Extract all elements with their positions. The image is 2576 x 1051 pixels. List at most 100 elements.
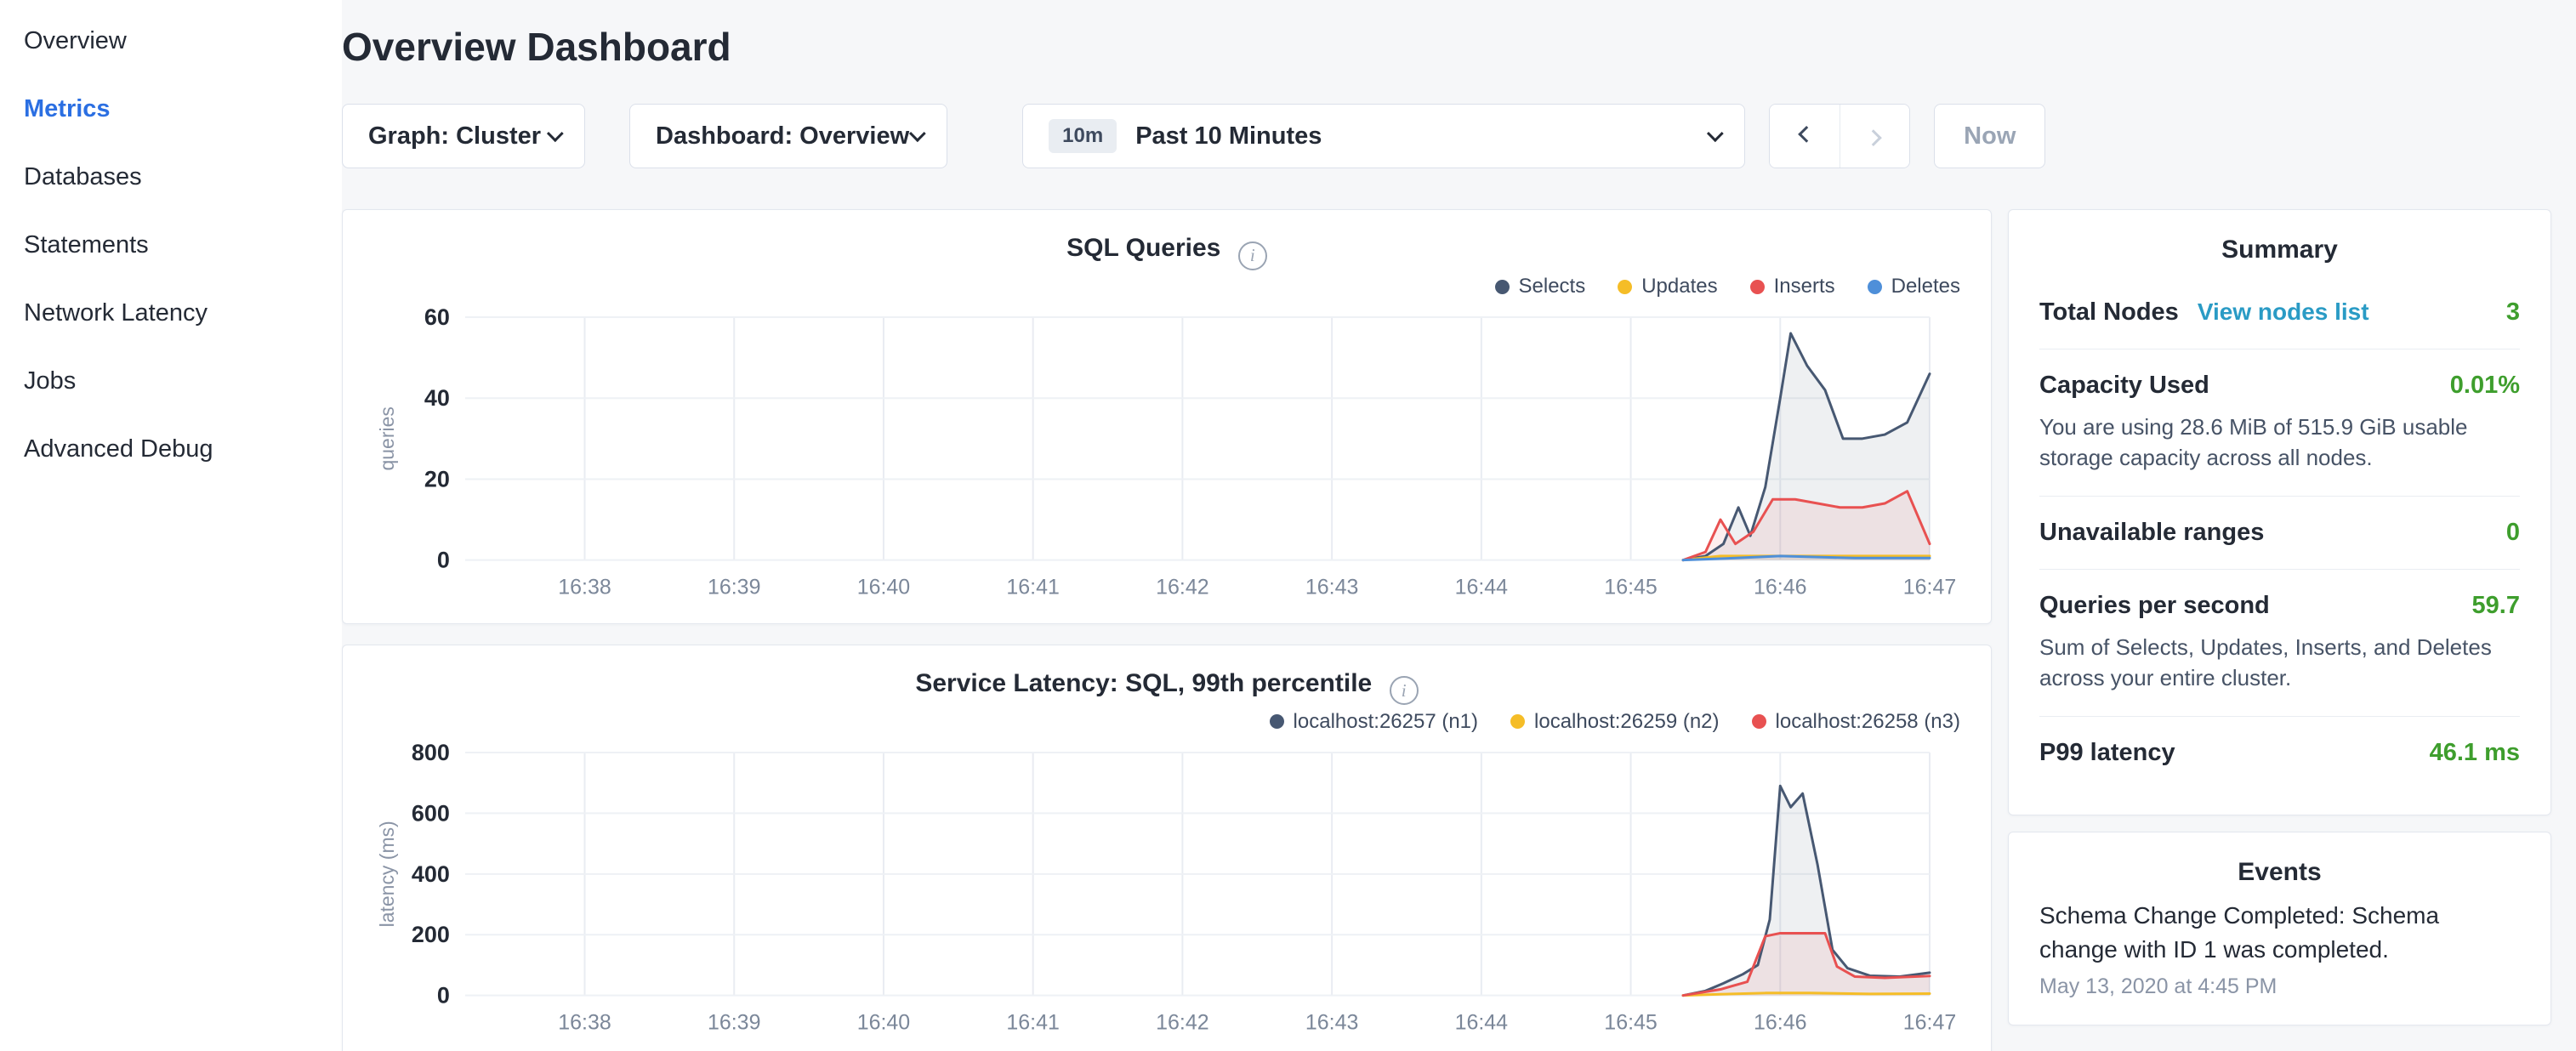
sidebar-item-databases[interactable]: Databases <box>0 143 342 211</box>
main-content: Overview Dashboard Graph: Cluster Dashbo… <box>342 0 2576 1051</box>
svg-text:0: 0 <box>437 548 450 573</box>
summary-label: Unavailable ranges <box>2039 519 2264 547</box>
chart-title-row: SQL Queries i <box>373 234 1960 271</box>
summary-row: Queries per second59.7Sum of Selects, Up… <box>2039 569 2520 716</box>
summary-row-left: Unavailable ranges <box>2039 519 2264 547</box>
chevron-left-icon <box>1798 126 1815 143</box>
now-button[interactable]: Now <box>1934 104 2045 168</box>
legend-dot-icon <box>1495 280 1510 294</box>
dashboard-dropdown-label: Dashboard: Overview <box>656 122 909 151</box>
svg-text:16:43: 16:43 <box>1305 1010 1358 1034</box>
svg-text:16:42: 16:42 <box>1156 576 1208 599</box>
charts-column: SQL Queries i Selects Updates Inserts Delet… <box>342 209 1992 1051</box>
legend-label: Deletes <box>1891 275 1960 298</box>
svg-text:16:40: 16:40 <box>857 576 910 599</box>
svg-text:16:47: 16:47 <box>1903 576 1956 599</box>
time-controls: 10m Past 10 Minutes Now <box>1022 104 2045 168</box>
sidebar-item-statements[interactable]: Statements <box>0 211 342 279</box>
legend-dot-icon <box>1510 714 1525 729</box>
svg-text:800: 800 <box>412 741 450 765</box>
chart-canvas: 16:3816:3916:4016:4116:4216:4316:4416:45… <box>373 305 1960 605</box>
svg-text:latency (ms): latency (ms) <box>376 821 398 927</box>
time-prev-button[interactable] <box>1770 105 1840 168</box>
svg-text:16:38: 16:38 <box>558 1010 611 1034</box>
svg-text:16:39: 16:39 <box>708 1010 760 1034</box>
time-badge: 10m <box>1049 119 1117 153</box>
summary-row: Total NodesView nodes list3 <box>2039 276 2520 349</box>
legend-item[interactable]: Inserts <box>1750 275 1835 298</box>
info-icon[interactable]: i <box>1390 676 1419 705</box>
graph-dropdown[interactable]: Graph: Cluster <box>342 104 585 168</box>
info-icon[interactable]: i <box>1238 241 1267 270</box>
legend-dot-icon <box>1750 280 1765 294</box>
chart-plot: 16:3816:3916:4016:4116:4216:4316:4416:45… <box>373 741 1960 1040</box>
summary-row-head: Unavailable ranges 0 <box>2039 519 2520 547</box>
summary-row: Unavailable ranges 0 <box>2039 496 2520 569</box>
summary-value: 46.1 ms <box>2430 739 2520 767</box>
chevron-right-icon <box>1865 129 1882 146</box>
chart-legend: localhost:26257 (n1) localhost:26259 (n2)… <box>373 707 1960 737</box>
summary-row-head: P99 latency 46.1 ms <box>2039 739 2520 767</box>
summary-row: P99 latency 46.1 ms <box>2039 716 2520 789</box>
legend-item[interactable]: localhost:26259 (n2) <box>1510 710 1719 734</box>
svg-text:0: 0 <box>437 982 450 1008</box>
summary-row-left: P99 latency <box>2039 739 2175 767</box>
summary-label: Queries per second <box>2039 592 2270 620</box>
time-next-button[interactable] <box>1840 105 1909 168</box>
sidebar-item-metrics[interactable]: Metrics <box>0 75 342 143</box>
right-column: Summary Total NodesView nodes list3Capac… <box>2008 209 2551 1025</box>
event-text: Schema Change Completed: Schema change w… <box>2039 899 2520 968</box>
legend-item[interactable]: localhost:26258 (n3) <box>1752 710 1960 734</box>
svg-text:60: 60 <box>424 305 450 330</box>
time-range-dropdown[interactable]: 10m Past 10 Minutes <box>1022 104 1745 168</box>
legend-dot-icon <box>1270 714 1284 729</box>
app-root: OverviewMetricsDatabasesStatementsNetwor… <box>0 0 2576 1051</box>
svg-text:40: 40 <box>424 385 450 411</box>
svg-text:16:43: 16:43 <box>1305 576 1358 599</box>
legend-item[interactable]: localhost:26257 (n1) <box>1270 710 1478 734</box>
svg-text:16:38: 16:38 <box>558 576 611 599</box>
legend-item[interactable]: Selects <box>1495 275 1586 298</box>
summary-label: Capacity Used <box>2039 372 2209 400</box>
svg-text:16:46: 16:46 <box>1754 576 1806 599</box>
summary-value: 0 <box>2506 519 2520 547</box>
sidebar-item-overview[interactable]: Overview <box>0 7 342 75</box>
legend-item[interactable]: Deletes <box>1868 275 1960 298</box>
legend-label: localhost:26257 (n1) <box>1294 710 1478 734</box>
svg-text:16:44: 16:44 <box>1455 576 1509 599</box>
events-panel: Events Schema Change Completed: Schema c… <box>2008 832 2551 1025</box>
event-item[interactable]: Schema Change Completed: Schema change w… <box>2039 899 2520 999</box>
view-nodes-link[interactable]: View nodes list <box>2198 298 2369 326</box>
summary-row: Capacity Used0.01%You are using 28.6 MiB… <box>2039 349 2520 496</box>
events-list: Schema Change Completed: Schema change w… <box>2039 899 2520 999</box>
event-time: May 13, 2020 at 4:45 PM <box>2039 974 2520 999</box>
legend-label: localhost:26259 (n2) <box>1534 710 1719 734</box>
svg-text:16:39: 16:39 <box>708 576 760 599</box>
svg-text:200: 200 <box>412 922 450 947</box>
legend-dot-icon <box>1868 280 1882 294</box>
sidebar-item-advanced-debug[interactable]: Advanced Debug <box>0 415 342 483</box>
dashboard-body: SQL Queries i Selects Updates Inserts Delet… <box>342 209 2551 1051</box>
time-range-label: Past 10 Minutes <box>1135 122 1322 151</box>
svg-text:400: 400 <box>412 861 450 886</box>
summary-row-head: Queries per second59.7 <box>2039 592 2520 620</box>
toolbar: Graph: Cluster Dashboard: Overview 10m P… <box>342 104 2551 168</box>
summary-row-head: Total NodesView nodes list3 <box>2039 298 2520 327</box>
chevron-down-icon <box>547 125 564 142</box>
sql-queries-chart-card: SQL Queries i Selects Updates Inserts Delet… <box>342 209 1992 624</box>
time-step-group <box>1769 104 1910 168</box>
chart-title: Service Latency: SQL, 99th percentile <box>915 669 1372 697</box>
sidebar-item-network-latency[interactable]: Network Latency <box>0 279 342 347</box>
svg-text:16:42: 16:42 <box>1156 1010 1208 1034</box>
summary-row-left: Total NodesView nodes list <box>2039 298 2369 327</box>
summary-row-left: Queries per second <box>2039 592 2270 620</box>
svg-text:20: 20 <box>424 466 450 491</box>
svg-text:queries: queries <box>376 406 398 470</box>
legend-item[interactable]: Updates <box>1618 275 1717 298</box>
summary-rows: Total NodesView nodes list3 Capacity Used… <box>2039 276 2520 789</box>
chevron-down-icon <box>909 125 926 142</box>
dashboard-dropdown[interactable]: Dashboard: Overview <box>629 104 947 168</box>
legend-dot-icon <box>1752 714 1766 729</box>
sidebar-item-jobs[interactable]: Jobs <box>0 347 342 415</box>
legend-label: Updates <box>1641 275 1717 298</box>
